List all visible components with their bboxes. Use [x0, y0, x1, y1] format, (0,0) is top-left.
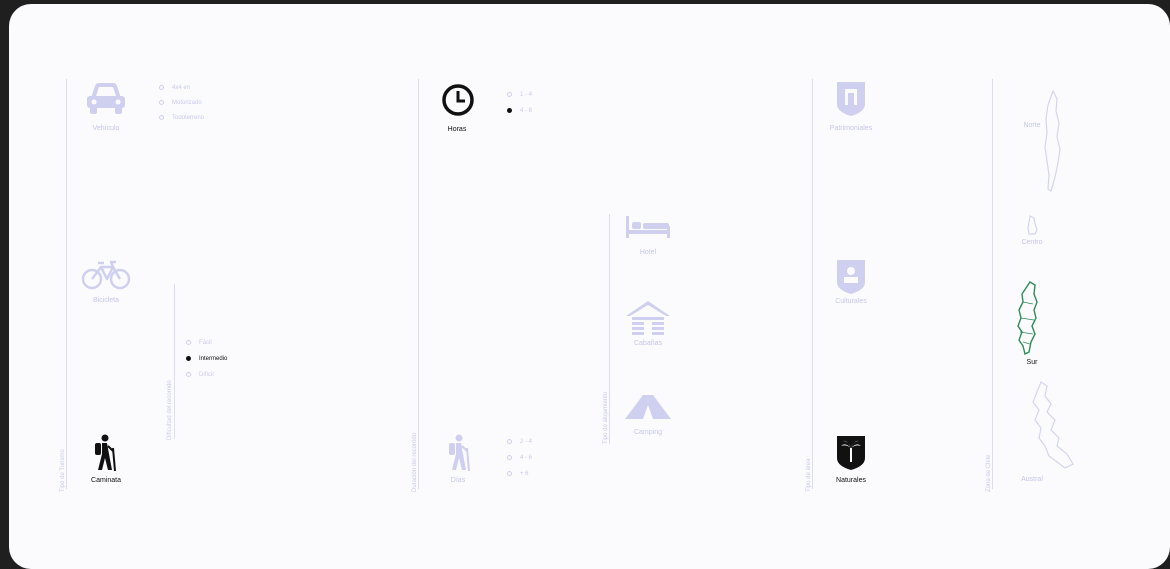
lodging-camping-label: Camping	[633, 429, 662, 436]
zone-south-label: Sur	[1026, 359, 1038, 366]
radio-icon	[507, 454, 512, 460]
radio-icon	[507, 470, 512, 476]
duration-hours-label: Horas	[447, 126, 467, 133]
radio-icon	[186, 371, 191, 377]
radio-selected-icon	[507, 107, 512, 113]
shield-palm-icon	[837, 436, 865, 470]
vehicle-option-offroad[interactable]: Todoterreno	[159, 113, 204, 123]
lodging-hotel-label: Hotel	[639, 249, 657, 256]
axis-label-reserve: Tipo de área	[806, 458, 812, 492]
reserve-cultural-label: Culturales	[835, 298, 867, 305]
map-austral-icon	[1032, 381, 1074, 469]
clock-icon	[442, 84, 474, 116]
zone-north-label: Norte	[1023, 122, 1041, 129]
bicycle-icon	[81, 260, 131, 290]
radio-selected-icon	[186, 355, 191, 361]
zone-center-label: Centro	[1021, 239, 1043, 246]
vehicle-option-4x4[interactable]: 4x4 en	[159, 83, 190, 93]
axis-line-difficulty	[174, 284, 175, 439]
difficulty-option-hard[interactable]: Difícil	[186, 370, 214, 380]
map-south-icon	[1017, 281, 1038, 356]
map-center-icon	[1027, 215, 1038, 235]
axis-line-reserve	[812, 79, 813, 489]
tent-icon	[625, 395, 671, 419]
zone-austral-label: Austral	[1021, 476, 1043, 483]
days-option-4-6[interactable]: 4 - 6	[507, 453, 532, 463]
transport-bicycle-label: Bicicleta	[92, 297, 120, 304]
difficulty-option-intermediate[interactable]: Intermedio	[186, 354, 227, 364]
days-option-2-4[interactable]: 2 - 4	[507, 437, 532, 447]
shield-culture-icon	[837, 260, 865, 294]
hours-option-4-8[interactable]: 4 - 8	[507, 106, 532, 116]
map-north-icon	[1044, 89, 1061, 192]
hiker-icon	[449, 434, 470, 472]
vehicle-option-motor[interactable]: Motorizado	[159, 98, 202, 108]
filter-card: Tipo de Turismo Dificultad del recorrido…	[9, 4, 1170, 569]
axis-line-zone	[992, 79, 993, 489]
car-icon	[87, 83, 125, 114]
shield-building-icon	[837, 82, 865, 116]
axis-label-zone: Zona de Chile	[986, 454, 992, 492]
radio-icon	[507, 438, 512, 444]
transport-hike-label: Caminata	[91, 477, 121, 484]
hours-option-1-4[interactable]: 1 - 4	[507, 90, 532, 100]
axis-label-transport: Tipo de Turismo	[60, 449, 66, 492]
axis-label-difficulty: Dificultad del recorrido	[167, 380, 173, 440]
cabin-icon	[626, 301, 670, 335]
axis-label-lodging: Tipo de alojamiento	[603, 391, 609, 444]
hiker-icon	[95, 434, 116, 472]
axis-line-duration	[418, 79, 419, 489]
days-option-6plus[interactable]: + 6	[507, 469, 529, 479]
radio-icon	[186, 339, 191, 345]
bed-icon	[626, 216, 670, 238]
duration-days-label: Días	[450, 477, 466, 484]
radio-icon	[507, 91, 512, 97]
radio-icon	[159, 84, 164, 90]
transport-vehicle-label: Vehículo	[92, 125, 120, 132]
axis-line-transport	[66, 79, 67, 489]
radio-icon	[159, 99, 164, 105]
reserve-heritage-label: Patrimoniales	[829, 125, 873, 132]
radio-icon	[159, 114, 164, 120]
lodging-cabin-label: Cabañas	[633, 340, 663, 347]
reserve-natural-label: Naturales	[836, 477, 866, 484]
difficulty-option-easy[interactable]: Fácil	[186, 338, 212, 348]
